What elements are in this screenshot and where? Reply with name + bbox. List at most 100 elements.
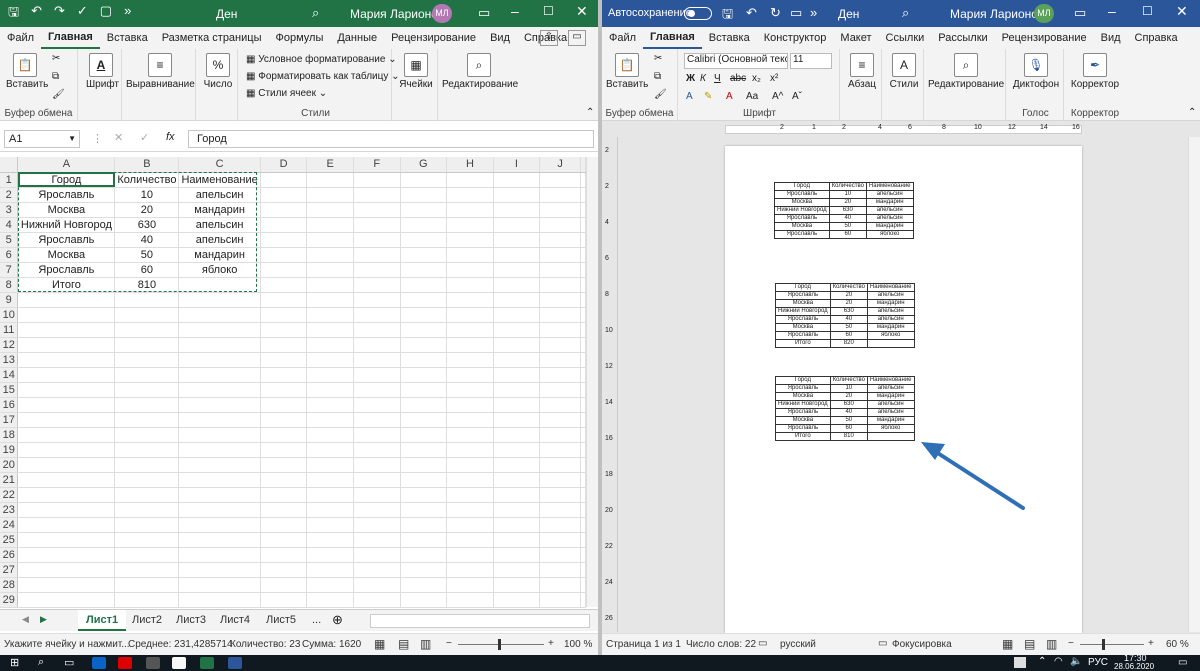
cell[interactable] — [446, 232, 494, 248]
spelling-icon[interactable]: ✓ — [77, 3, 88, 25]
cell[interactable] — [446, 337, 494, 353]
cell[interactable] — [353, 292, 401, 308]
cell[interactable] — [178, 307, 261, 323]
cell[interactable] — [580, 517, 586, 533]
cell[interactable] — [400, 427, 448, 443]
cell[interactable] — [306, 232, 354, 248]
cell[interactable] — [400, 217, 448, 233]
cell[interactable] — [493, 412, 541, 428]
more-commands-icon[interactable]: » — [124, 3, 131, 25]
cell[interactable] — [446, 172, 494, 188]
row-header[interactable]: 1 — [0, 172, 19, 188]
row-header[interactable]: 19 — [0, 442, 19, 458]
cell[interactable] — [446, 442, 494, 458]
cell[interactable] — [580, 412, 586, 428]
vertical-scrollbar[interactable] — [586, 157, 598, 607]
cell[interactable] — [306, 202, 354, 218]
cell[interactable] — [446, 307, 494, 323]
paragraph-button[interactable]: ≡ Абзац — [846, 53, 878, 90]
table-cell[interactable]: апельсин — [865, 214, 914, 223]
cell[interactable] — [17, 292, 116, 308]
bold-icon[interactable]: Ж — [686, 73, 695, 84]
alignment-button[interactable]: ≡ Выравнивание — [126, 53, 195, 90]
tab-view[interactable]: Вид — [483, 27, 517, 49]
cell[interactable] — [580, 247, 586, 263]
outlook-icon[interactable] — [92, 657, 106, 669]
cell[interactable] — [306, 262, 354, 278]
cell[interactable] — [493, 517, 541, 533]
sheet-tab-2[interactable]: Лист2 — [124, 610, 170, 631]
show-hidden-icons[interactable]: ⌃ — [1038, 656, 1046, 667]
table-cell[interactable]: Наименование — [866, 283, 915, 292]
cell[interactable] — [17, 412, 116, 428]
cell[interactable] — [178, 562, 261, 578]
page-layout-view-icon[interactable]: ▤ — [398, 637, 409, 651]
cell[interactable] — [493, 367, 541, 383]
cell[interactable] — [400, 487, 448, 503]
table-cell[interactable]: Наименование — [865, 182, 914, 191]
table-cell[interactable]: апельсин — [865, 206, 914, 215]
cell[interactable] — [580, 592, 586, 608]
font-button[interactable]: A Шрифт — [86, 53, 119, 90]
table-cell[interactable]: Москва — [774, 198, 830, 207]
cell[interactable] — [17, 562, 116, 578]
cell[interactable] — [306, 472, 354, 488]
row-header[interactable]: 27 — [0, 562, 19, 578]
status-language[interactable]: русский — [780, 639, 816, 650]
opera-icon[interactable] — [118, 657, 132, 669]
table-cell[interactable]: Итого — [775, 432, 831, 441]
cell[interactable] — [306, 172, 354, 188]
cell[interactable] — [446, 367, 494, 383]
cell[interactable] — [539, 202, 581, 218]
proofing-icon[interactable]: ▭ — [758, 638, 767, 649]
cell[interactable] — [306, 502, 354, 518]
cell[interactable] — [260, 292, 308, 308]
table-cell[interactable]: 20 — [828, 198, 867, 207]
font-name-select[interactable]: Calibri (Основной текст) — [684, 53, 788, 69]
table-cell[interactable]: Москва — [774, 222, 830, 231]
table-cell[interactable]: Количество — [829, 376, 868, 385]
table-cell[interactable]: 20 — [829, 299, 868, 308]
cell[interactable] — [260, 232, 308, 248]
cell[interactable] — [260, 262, 308, 278]
tab-page-layout[interactable]: Разметка страницы — [155, 27, 269, 49]
table-cell[interactable]: Ярославль — [775, 384, 831, 393]
cell[interactable] — [493, 442, 541, 458]
cell[interactable] — [17, 397, 116, 413]
cell[interactable] — [446, 277, 494, 293]
row-header[interactable]: 24 — [0, 517, 19, 533]
column-header[interactable]: E — [306, 157, 354, 173]
cell[interactable] — [580, 442, 586, 458]
table-cell[interactable]: Город — [775, 283, 831, 292]
table-cell[interactable]: Город — [775, 376, 831, 385]
yandex-icon[interactable] — [172, 657, 186, 669]
cell[interactable] — [353, 517, 401, 533]
column-header[interactable]: B — [114, 157, 180, 173]
cell[interactable] — [114, 442, 180, 458]
cell[interactable] — [446, 562, 494, 578]
cell[interactable] — [114, 322, 180, 338]
editing-button[interactable]: ⌕ Редактирование — [928, 53, 1004, 90]
tab-help[interactable]: Справка — [1128, 27, 1185, 49]
cell[interactable] — [580, 352, 586, 368]
cell[interactable] — [178, 502, 261, 518]
cell[interactable] — [400, 352, 448, 368]
zoom-in-icon[interactable]: + — [1148, 638, 1154, 649]
table-cell[interactable]: Ярославль — [775, 291, 831, 300]
word-icon[interactable] — [228, 657, 242, 669]
redo-icon[interactable]: ↻ — [770, 5, 781, 21]
cell[interactable] — [353, 427, 401, 443]
cell[interactable] — [580, 292, 586, 308]
cell[interactable] — [178, 427, 261, 443]
cell[interactable] — [306, 307, 354, 323]
formula-input[interactable]: Город — [188, 130, 594, 148]
notifications-icon[interactable]: ▭ — [1178, 657, 1187, 668]
cell[interactable] — [493, 262, 541, 278]
cell[interactable] — [17, 352, 116, 368]
table-cell[interactable]: 60 — [828, 230, 867, 239]
cell[interactable] — [353, 472, 401, 488]
cell[interactable] — [353, 322, 401, 338]
cell[interactable] — [260, 577, 308, 593]
cut-icon[interactable]: ✂ — [654, 53, 662, 64]
web-layout-icon[interactable]: ▥ — [1046, 637, 1057, 651]
